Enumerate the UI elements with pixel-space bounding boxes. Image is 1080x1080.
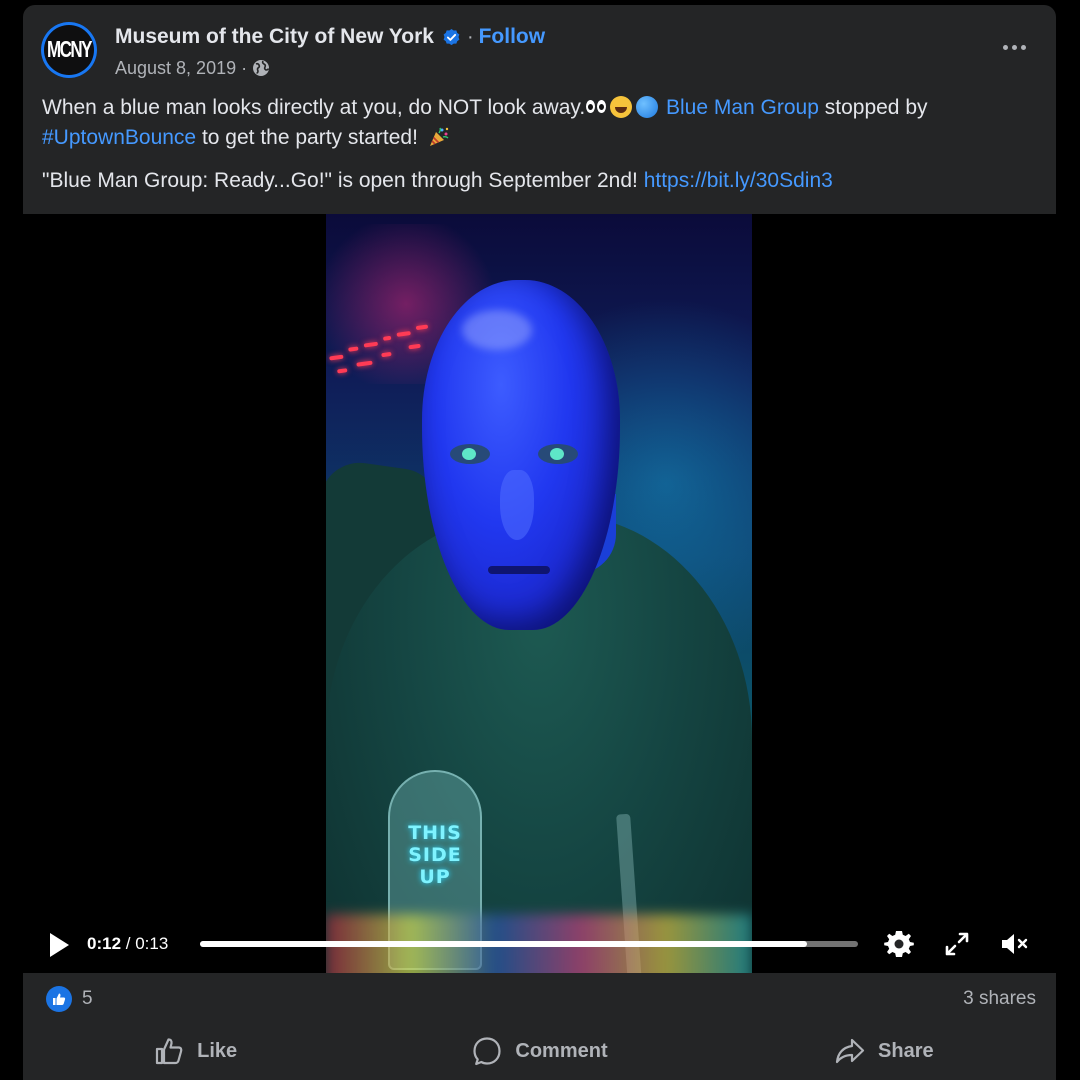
- globe-icon[interactable]: [252, 59, 270, 77]
- comment-icon: [473, 1037, 501, 1066]
- mouth: [488, 566, 550, 574]
- thumbs-up-icon: [53, 993, 66, 1005]
- shares-count-link[interactable]: 3 shares: [963, 988, 1036, 1010]
- comment-label: Comment: [515, 1039, 608, 1062]
- exhibit-url-link[interactable]: https://bit.ly/30Sdin3: [644, 169, 833, 192]
- blue-man-group-mention-link[interactable]: Blue Man Group: [666, 96, 819, 119]
- more-options-icon[interactable]: [996, 35, 1032, 59]
- eyes-emoji-icon: [585, 99, 607, 115]
- nose: [500, 470, 534, 540]
- share-label: Share: [878, 1039, 934, 1062]
- party-popper-emoji-icon: [429, 127, 449, 146]
- rofl-emoji-icon: [610, 96, 633, 118]
- post-card: MCNY Museum of the City of New York · Fo…: [23, 5, 1056, 1080]
- more-dot: [1002, 44, 1008, 50]
- header-separator: ·: [466, 25, 474, 48]
- like-label: Like: [197, 1039, 238, 1062]
- post-actions: Like Comment Share: [23, 1025, 1056, 1077]
- post-header: Museum of the City of New York · Follow: [115, 23, 545, 51]
- sign-text-line: UP: [419, 866, 451, 888]
- page-avatar[interactable]: MCNY: [41, 22, 97, 78]
- message-text: "Blue Man Group: Ready...Go!" is open th…: [42, 169, 644, 192]
- page-name-link[interactable]: Museum of the City of New York: [115, 25, 434, 49]
- post-meta: August 8, 2019 ·: [115, 55, 270, 81]
- play-icon[interactable]: [47, 931, 71, 959]
- sign-text-line: SIDE: [408, 844, 462, 866]
- uptownbounce-hashtag-link[interactable]: #UptownBounce: [42, 126, 196, 149]
- reaction-summary[interactable]: 5: [46, 986, 93, 1012]
- video-frame[interactable]: THIS SIDE UP: [326, 214, 752, 973]
- comment-button[interactable]: Comment: [367, 1025, 711, 1077]
- video-progress-fill: [200, 941, 808, 947]
- blue-circle-emoji-icon: [636, 96, 659, 118]
- video-progress-bar[interactable]: [200, 941, 858, 947]
- video-player[interactable]: THIS SIDE UP 0:12 / 0:13: [23, 214, 1056, 973]
- blue-man-head: [422, 280, 620, 630]
- settings-icon[interactable]: [883, 928, 915, 960]
- post-message: When a blue man looks directly at you, d…: [42, 93, 1042, 196]
- post-message-paragraph: When a blue man looks directly at you, d…: [42, 93, 1042, 153]
- sign-text-line: THIS: [408, 822, 462, 844]
- duration: 0:13: [135, 934, 169, 953]
- muted-icon[interactable]: [998, 928, 1030, 960]
- message-text: When a blue man looks directly at you, d…: [42, 96, 586, 119]
- verified-badge-icon: [443, 28, 460, 45]
- message-text: stopped by: [818, 96, 928, 119]
- video-time: 0:12 / 0:13: [87, 934, 168, 954]
- head-shine: [462, 310, 532, 350]
- post-message-paragraph: "Blue Man Group: Ready...Go!" is open th…: [42, 166, 1042, 196]
- post-date-link[interactable]: August 8, 2019: [115, 58, 236, 79]
- left-eye: [450, 444, 490, 464]
- like-button[interactable]: Like: [23, 1025, 367, 1077]
- avatar-logo-text: MCNY: [46, 36, 93, 63]
- meta-separator: ·: [241, 57, 248, 78]
- time-separator: /: [121, 934, 136, 953]
- video-controls: 0:12 / 0:13: [23, 914, 1056, 973]
- right-eye: [538, 444, 578, 464]
- follow-button[interactable]: Follow: [479, 25, 546, 49]
- share-button[interactable]: Share: [712, 1025, 1056, 1077]
- fullscreen-icon[interactable]: [941, 928, 973, 960]
- message-text: to get the party started!: [196, 126, 424, 149]
- more-dot: [1020, 44, 1026, 50]
- like-reaction-icon: [46, 986, 72, 1012]
- more-dot: [1011, 44, 1017, 50]
- current-time: 0:12: [87, 934, 122, 953]
- like-icon: [156, 1038, 183, 1065]
- reaction-count: 5: [82, 988, 93, 1009]
- share-icon: [835, 1038, 865, 1064]
